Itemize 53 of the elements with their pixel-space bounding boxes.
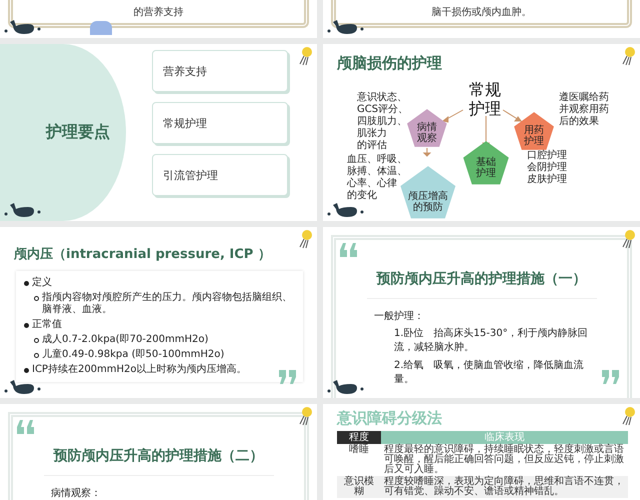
center-label: 常规护理 bbox=[469, 80, 502, 118]
connector-arrow bbox=[442, 110, 464, 123]
bullet-item: 指颅内容物对颅腔所产生的压力。颅内容物包括脑组织、脑脊液、血液。 bbox=[24, 292, 295, 316]
slide-thumbnail[interactable]: 护理要点 营养支持 常规护理 引流管护理 bbox=[0, 44, 317, 221]
bullet-item: 正常值 bbox=[24, 319, 295, 331]
slide-text: 的营养支持 bbox=[134, 6, 184, 19]
table-cell: 意识模糊 bbox=[337, 476, 381, 498]
jellyfish-icon bbox=[620, 46, 636, 66]
node-note: 血压、呼吸、 脉搏、体温、 心率、心律 的变化 bbox=[347, 154, 407, 202]
slide-thumbnail[interactable]: 的营养支持 bbox=[0, 0, 317, 38]
body-text: 一般护理： bbox=[374, 310, 425, 323]
jellyfish-icon bbox=[620, 229, 636, 249]
node-label: 用药护理 bbox=[523, 125, 545, 147]
agenda-card: 常规护理 bbox=[152, 102, 288, 144]
slide-title: 预防颅内压升高的护理措施（二） bbox=[44, 447, 274, 476]
body-text: 1.卧位 抬高床头15-30°，利于颅内静脉回流，减轻脑水肿。 bbox=[393, 327, 589, 355]
slide-title: 颅内压（intracranial pressure, ICP ） bbox=[13, 246, 271, 263]
bullet-item: 定义 bbox=[24, 277, 295, 289]
node-note: 遵医嘱给药 并观察用药 后的效果 bbox=[559, 92, 609, 128]
jellyfish-icon bbox=[297, 229, 313, 249]
opening-quote-icon bbox=[16, 420, 34, 434]
node-note: 意识状态、 GCS评分、 四肢肌力、 肌张力 的评估 bbox=[357, 92, 408, 152]
jellyfish-icon bbox=[297, 406, 313, 426]
node-label: 颅压增高的预防 bbox=[407, 191, 449, 213]
bullet-item: 儿童0.49-0.98kpa (即50-100mmH2o) bbox=[24, 349, 295, 361]
opening-quote-icon bbox=[339, 243, 357, 257]
closing-quote-icon bbox=[279, 370, 297, 384]
node-label: 病情观察 bbox=[416, 122, 438, 144]
table-header: 程度 bbox=[337, 431, 381, 444]
jellyfish-icon bbox=[297, 46, 313, 66]
slide-title: 预防颅内压升高的护理措施（一） bbox=[366, 270, 596, 299]
slide-title: 护理要点 bbox=[46, 122, 110, 143]
slide-thumbnail[interactable]: 脑干损伤或颅内血肿。 bbox=[323, 0, 640, 38]
bullet-item: 成人0.7-2.0kpa(即70-200mmH2o) bbox=[24, 334, 295, 346]
slide-thumbnail[interactable]: 颅内压（intracranial pressure, ICP ） 定义 指颅内容物对颅腔所产生的压力。颅内容物包括脑组织、脑脊液、血液。 正常值 成人0.7-2.0kpa(即70-200mmH2o) 儿童0.49-0.98kpa (即50-100mmH2o) ICP持续在200mmH2o以上时称为颅内压增高。 bbox=[0, 227, 317, 398]
slide-thumbnail[interactable]: 预防颅内压升高的护理措施（二） 病情观察： bbox=[0, 404, 317, 500]
connector-arrow bbox=[502, 110, 522, 122]
agenda-card: 引流管护理 bbox=[152, 154, 288, 196]
connector-arrow bbox=[422, 148, 432, 157]
slide-text: 脑干损伤或颅内血肿。 bbox=[432, 6, 532, 19]
node-label: 基础护理 bbox=[474, 157, 497, 179]
slide-thumbnail[interactable]: 意识障碍分级法 程度 临床表现 嗜睡 程度最轻的意识障碍，持续睡眠状态，轻度刺激或言语可唤醒，醒后能正确回答问题，但反应迟钝，停止刺激后又可入睡。 意识模糊 程度较嗜睡深，表现为定向障碍，思维和言语不连贯，可有错觉、躁动不安、谵语或精神错乱。 bbox=[323, 404, 640, 500]
jellyfish-icon bbox=[620, 406, 636, 426]
agenda-card: 营养支持 bbox=[152, 50, 288, 92]
body-text: 病情观察： bbox=[51, 486, 102, 500]
slide-thumbnail[interactable]: 预防颅内压升高的护理措施（一） 一般护理： 1.卧位 抬高床头15-30°，利于颅内静脉回流，减轻脑水肿。 2.给氧 吸氧，使脑血管收缩，降低脑血流量。 bbox=[323, 227, 640, 398]
node-note: 口腔护理 会阴护理 皮肤护理 bbox=[527, 150, 567, 186]
slide-title: 颅脑损伤的护理 bbox=[336, 53, 442, 73]
table-header: 临床表现 bbox=[381, 431, 628, 444]
body-text: 2.给氧 吸氧，使脑血管收缩，降低脑血流量。 bbox=[393, 359, 585, 387]
slide-title: 意识障碍分级法 bbox=[336, 408, 442, 428]
table-cell: 程度较嗜睡深，表现为定向障碍，思维和言语不连贯，可有错觉、躁动不安、谵语或精神错乱。 bbox=[381, 476, 628, 498]
closing-quote-icon bbox=[602, 370, 620, 384]
